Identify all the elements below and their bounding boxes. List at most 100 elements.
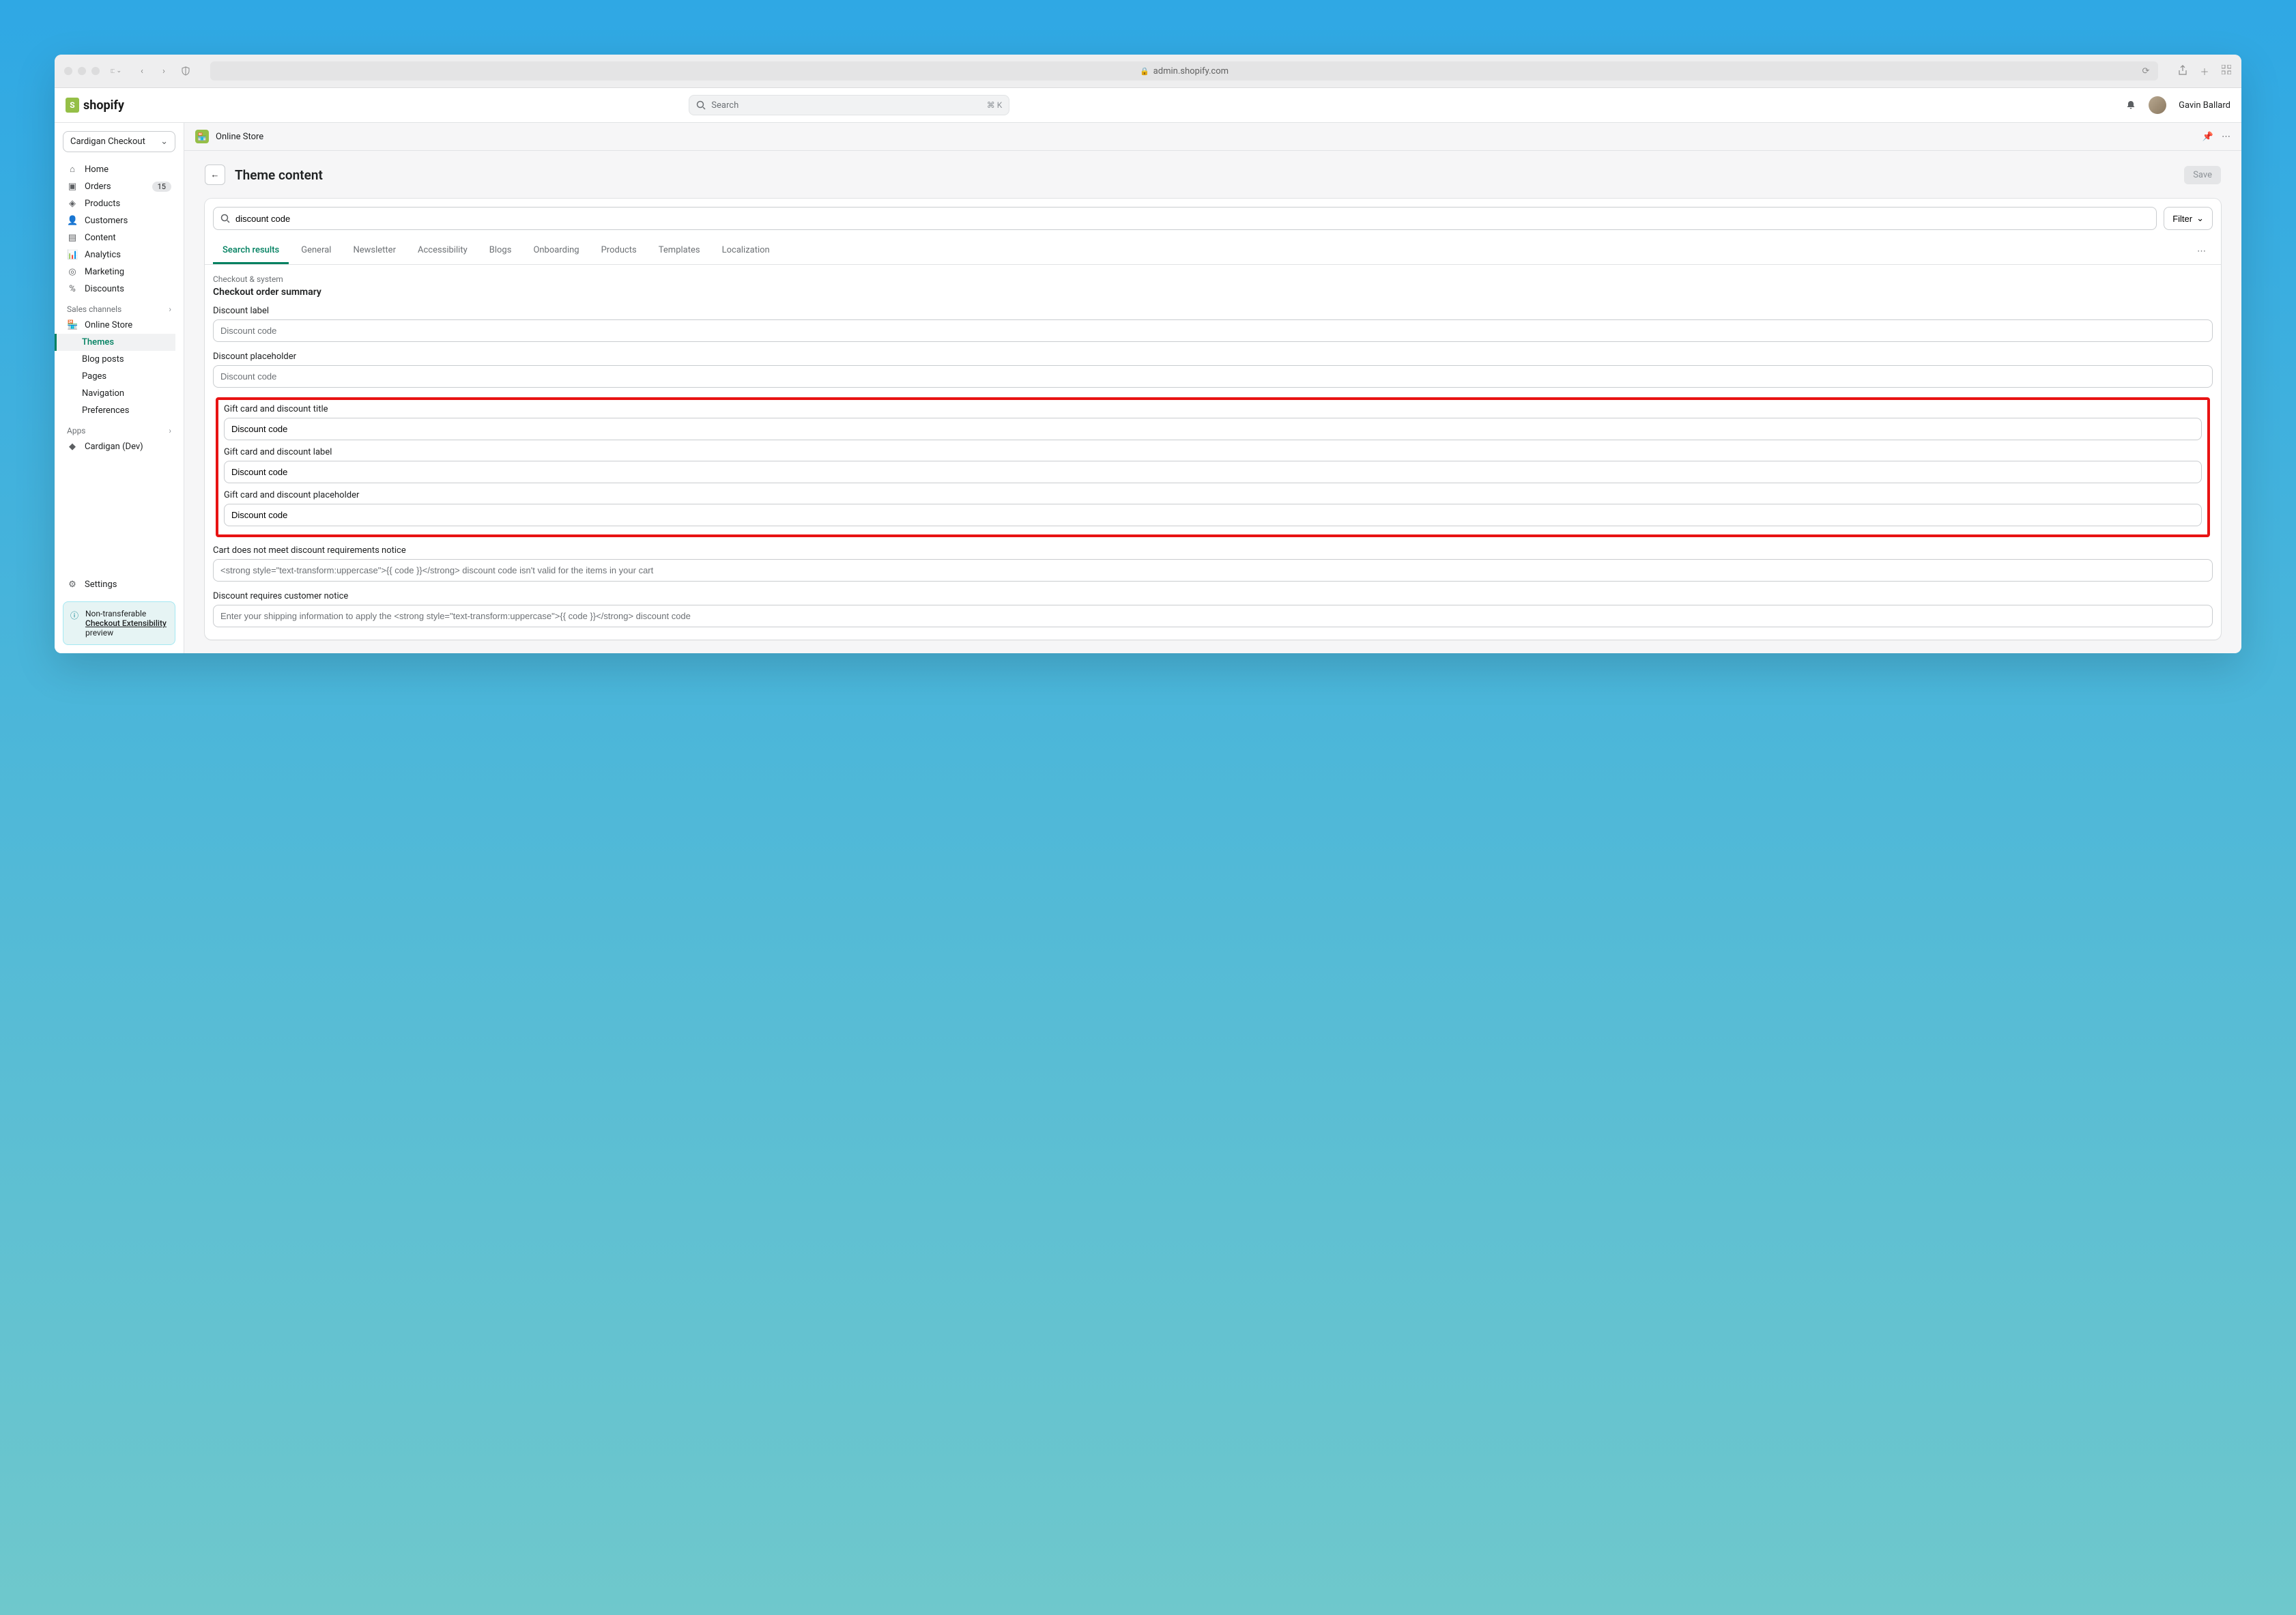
sidebar-item-navigation[interactable]: Navigation [63, 385, 175, 402]
chevron-down-icon: ⌄ [160, 137, 168, 147]
new-tab-icon[interactable]: ＋ [2199, 65, 2210, 78]
tabs-icon[interactable] [2221, 65, 2232, 78]
pin-icon[interactable]: 📌 [2202, 132, 2213, 142]
marketing-icon: ◎ [67, 267, 78, 277]
tab-accessibility[interactable]: Accessibility [408, 238, 477, 264]
content-search-input[interactable] [235, 214, 2149, 224]
sidebar-item-label: Home [85, 165, 109, 175]
sidebar-item-content[interactable]: ▤Content [63, 229, 175, 246]
shopify-logo-mark: S [66, 98, 79, 113]
sidebar-item-online-store[interactable]: 🏪Online Store [63, 317, 175, 334]
topbar-label: Online Store [216, 132, 263, 142]
store-select[interactable]: Cardigan Checkout ⌄ [63, 131, 175, 152]
info-banner: ⓘ Non-transferable Checkout Extensibilit… [63, 601, 175, 645]
tab-newsletter[interactable]: Newsletter [343, 238, 405, 264]
sidebar-item-orders[interactable]: ▣Orders15 [63, 178, 175, 195]
sidebar-item-products[interactable]: ◈Products [63, 195, 175, 212]
address-bar[interactable]: 🔒 admin.shopify.com ⟳ [210, 61, 2158, 81]
field-discount-placeholder: Discount placeholder [213, 352, 2213, 388]
field-discount-label: Discount label [213, 306, 2213, 342]
filter-label: Filter [2172, 214, 2192, 224]
field-label: Discount label [213, 306, 2213, 316]
chevron-right-icon[interactable]: › [169, 304, 171, 314]
banner-link[interactable]: Checkout Extensibility [85, 618, 167, 628]
field-discount-requires-customer: Discount requires customer notice [213, 591, 2213, 627]
tab-onboarding[interactable]: Onboarding [523, 238, 588, 264]
back-button[interactable]: ← [205, 165, 225, 185]
tab-products[interactable]: Products [592, 238, 646, 264]
tab-localization[interactable]: Localization [713, 238, 779, 264]
giftcard-placeholder-input[interactable] [224, 504, 2202, 526]
avatar[interactable] [2149, 96, 2166, 114]
orders-badge: 15 [152, 182, 171, 192]
customers-icon: 👤 [67, 216, 78, 226]
sidebar-item-marketing[interactable]: ◎ Marketing [63, 263, 175, 281]
tab-blogs[interactable]: Blogs [480, 238, 521, 264]
shopify-logo[interactable]: S shopify [66, 98, 124, 113]
products-icon: ◈ [67, 199, 78, 209]
user-name: Gavin Ballard [2179, 100, 2230, 111]
global-search[interactable]: Search ⌘ K [689, 95, 1009, 115]
page-title: Theme content [235, 167, 323, 183]
sidebar-item-label: Pages [82, 371, 106, 382]
app-header: S shopify Search ⌘ K Gavin Ballard [55, 88, 2241, 123]
arrow-left-icon: ← [211, 169, 220, 180]
sidebar-item-themes[interactable]: Themes [55, 334, 175, 351]
content-area: 🏪 Online Store 📌 ⋯ ← Theme content Save [184, 123, 2241, 653]
sidebar-item-label: Cardigan (Dev) [85, 442, 143, 452]
sidebar-item-home[interactable]: ⌂Home [63, 160, 175, 178]
analytics-icon: 📊 [67, 250, 78, 260]
sidebar-item-settings[interactable]: ⚙Settings [63, 576, 175, 593]
section-category: Checkout & system [213, 274, 2213, 284]
sidebar-item-customers[interactable]: 👤Customers [63, 212, 175, 229]
sidebar-item-app-cardigan[interactable]: ◆ Cardigan (Dev) [63, 438, 175, 455]
sidebar-item-blog-posts[interactable]: Blog posts [63, 351, 175, 368]
reload-icon[interactable]: ⟳ [2140, 66, 2151, 76]
browser-window: ⌄ ‹ › 🔒 admin.shopify.com ⟳ ＋ S shopif [55, 55, 2241, 653]
banner-title: Non-transferable [85, 609, 168, 618]
more-icon[interactable]: ⋯ [2222, 132, 2230, 142]
page-header: ← Theme content Save [184, 151, 2241, 199]
chevron-right-icon[interactable]: › [169, 426, 171, 435]
section-checkout-order-summary: Checkout & system Checkout order summary… [205, 265, 2221, 640]
search-icon [696, 100, 706, 110]
search-placeholder: Search [711, 100, 738, 111]
cart-requirements-input[interactable] [213, 559, 2213, 582]
tab-templates[interactable]: Templates [649, 238, 710, 264]
tabs-more[interactable]: ⋯ [2192, 246, 2213, 257]
notifications-icon[interactable] [2125, 100, 2136, 111]
field-cart-not-meet-requirements: Cart does not meet discount requirements… [213, 545, 2213, 582]
field-label: Discount placeholder [213, 352, 2213, 362]
sidebar-item-discounts[interactable]: %Discounts [63, 281, 175, 298]
sidebar-item-analytics[interactable]: 📊Analytics [63, 246, 175, 263]
sidebar-toggle-icon[interactable]: ⌄ [111, 66, 121, 76]
sidebar-item-label: Navigation [82, 388, 124, 399]
giftcard-label-input[interactable] [224, 461, 2202, 483]
close-light[interactable] [64, 67, 72, 75]
tab-search-results[interactable]: Search results [213, 238, 289, 264]
field-label: Gift card and discount label [224, 447, 2202, 457]
save-button[interactable]: Save [2184, 166, 2221, 184]
share-icon[interactable] [2177, 65, 2188, 78]
filter-button[interactable]: Filter ⌄ [2164, 207, 2213, 230]
giftcard-title-input[interactable] [224, 418, 2202, 440]
tab-general[interactable]: General [291, 238, 341, 264]
content-card: Filter ⌄ Search results General Newslett… [205, 199, 2221, 640]
sidebar-item-pages[interactable]: Pages [63, 368, 175, 385]
discount-label-input[interactable] [213, 319, 2213, 342]
zoom-light[interactable] [91, 67, 100, 75]
sidebar-item-preferences[interactable]: Preferences [63, 402, 175, 419]
search-icon [220, 214, 230, 223]
brand-text: shopify [83, 98, 124, 113]
sidebar-item-label: Marketing [85, 267, 124, 277]
back-icon[interactable]: ‹ [137, 66, 147, 76]
shield-icon[interactable] [180, 66, 191, 76]
app-icon: ◆ [67, 442, 78, 452]
orders-icon: ▣ [67, 182, 78, 192]
minimize-light[interactable] [78, 67, 86, 75]
discount-placeholder-input[interactable] [213, 365, 2213, 388]
info-icon: ⓘ [70, 610, 78, 621]
discount-customer-notice-input[interactable] [213, 605, 2213, 627]
traffic-lights [64, 67, 100, 75]
forward-icon[interactable]: › [158, 66, 169, 76]
